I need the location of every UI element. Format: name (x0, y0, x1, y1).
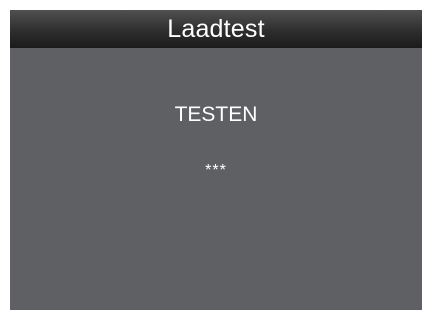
progress-indicator: *** (205, 162, 227, 179)
status-label: TESTEN (174, 103, 258, 126)
title-bar: Laadtest (10, 10, 422, 48)
device-screen: Laadtest TESTEN *** (10, 10, 422, 310)
screen-title: Laadtest (167, 14, 265, 43)
